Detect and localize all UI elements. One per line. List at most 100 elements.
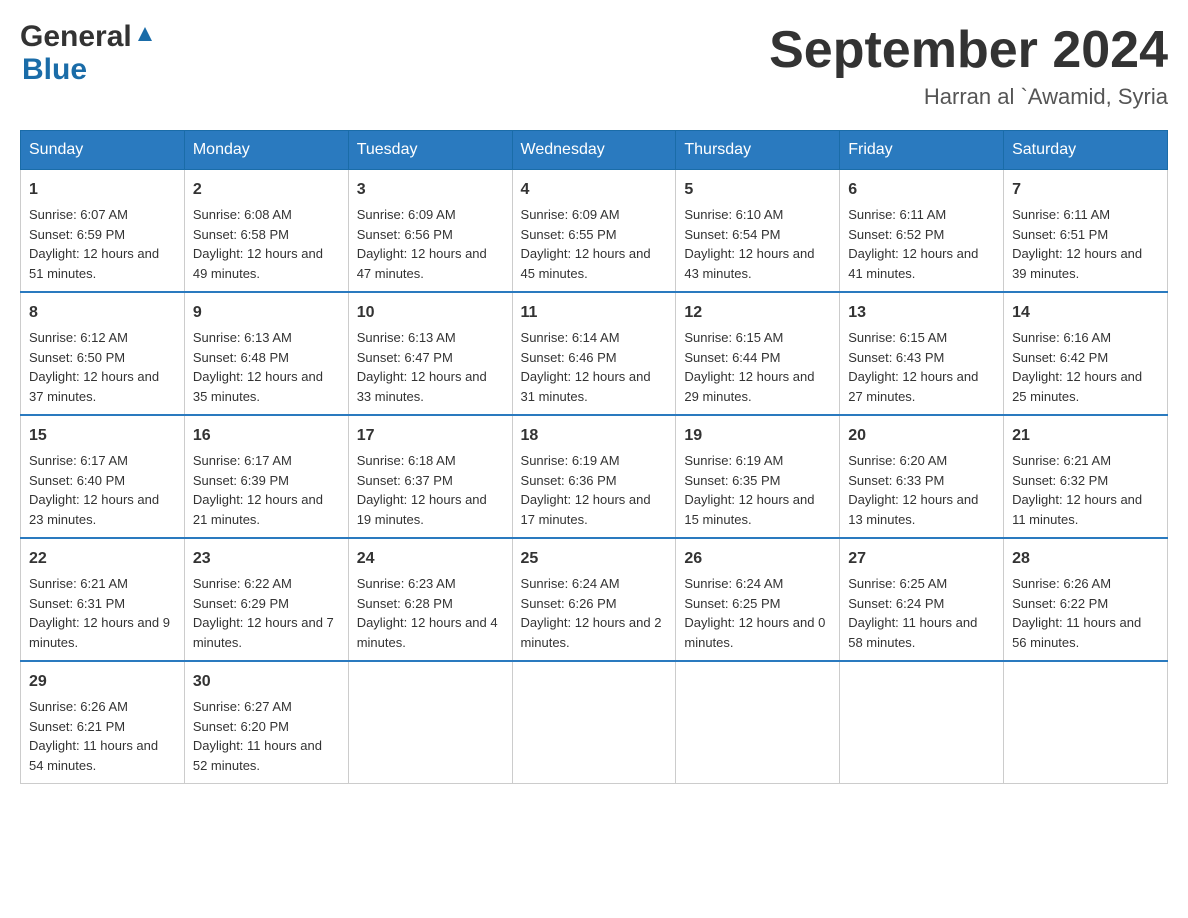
daylight-text: Daylight: 11 hours and 54 minutes. xyxy=(29,738,158,773)
sunrise-text: Sunrise: 6:26 AM xyxy=(1012,576,1111,591)
calendar-week-row: 1 Sunrise: 6:07 AM Sunset: 6:59 PM Dayli… xyxy=(21,170,1168,293)
daylight-text: Daylight: 12 hours and 35 minutes. xyxy=(193,369,323,404)
sunrise-text: Sunrise: 6:17 AM xyxy=(29,453,128,468)
calendar-cell xyxy=(348,661,512,784)
sunset-text: Sunset: 6:50 PM xyxy=(29,350,125,365)
sunrise-text: Sunrise: 6:26 AM xyxy=(29,699,128,714)
day-number: 29 xyxy=(29,670,176,694)
sunrise-text: Sunrise: 6:17 AM xyxy=(193,453,292,468)
sunset-text: Sunset: 6:28 PM xyxy=(357,596,453,611)
calendar-cell xyxy=(1004,661,1168,784)
sunrise-text: Sunrise: 6:24 AM xyxy=(521,576,620,591)
calendar-cell: 27 Sunrise: 6:25 AM Sunset: 6:24 PM Dayl… xyxy=(840,538,1004,661)
sunrise-text: Sunrise: 6:13 AM xyxy=(357,330,456,345)
calendar-cell: 1 Sunrise: 6:07 AM Sunset: 6:59 PM Dayli… xyxy=(21,170,185,293)
sunset-text: Sunset: 6:36 PM xyxy=(521,473,617,488)
calendar-cell: 23 Sunrise: 6:22 AM Sunset: 6:29 PM Dayl… xyxy=(184,538,348,661)
calendar-cell xyxy=(676,661,840,784)
day-number: 17 xyxy=(357,424,504,448)
calendar-week-row: 22 Sunrise: 6:21 AM Sunset: 6:31 PM Dayl… xyxy=(21,538,1168,661)
daylight-text: Daylight: 12 hours and 23 minutes. xyxy=(29,492,159,527)
day-number: 8 xyxy=(29,301,176,325)
calendar-cell: 6 Sunrise: 6:11 AM Sunset: 6:52 PM Dayli… xyxy=(840,170,1004,293)
sunset-text: Sunset: 6:37 PM xyxy=(357,473,453,488)
sunrise-text: Sunrise: 6:21 AM xyxy=(29,576,128,591)
daylight-text: Daylight: 12 hours and 17 minutes. xyxy=(521,492,651,527)
calendar-cell: 15 Sunrise: 6:17 AM Sunset: 6:40 PM Dayl… xyxy=(21,415,185,538)
sunset-text: Sunset: 6:55 PM xyxy=(521,227,617,242)
calendar-cell: 3 Sunrise: 6:09 AM Sunset: 6:56 PM Dayli… xyxy=(348,170,512,293)
daylight-text: Daylight: 12 hours and 11 minutes. xyxy=(1012,492,1142,527)
daylight-text: Daylight: 12 hours and 31 minutes. xyxy=(521,369,651,404)
sunrise-text: Sunrise: 6:21 AM xyxy=(1012,453,1111,468)
sunset-text: Sunset: 6:22 PM xyxy=(1012,596,1108,611)
calendar-cell: 18 Sunrise: 6:19 AM Sunset: 6:36 PM Dayl… xyxy=(512,415,676,538)
sunrise-text: Sunrise: 6:23 AM xyxy=(357,576,456,591)
calendar-cell: 30 Sunrise: 6:27 AM Sunset: 6:20 PM Dayl… xyxy=(184,661,348,784)
calendar-cell: 29 Sunrise: 6:26 AM Sunset: 6:21 PM Dayl… xyxy=(21,661,185,784)
daylight-text: Daylight: 12 hours and 7 minutes. xyxy=(193,615,334,650)
sunset-text: Sunset: 6:58 PM xyxy=(193,227,289,242)
day-number: 2 xyxy=(193,178,340,202)
sunset-text: Sunset: 6:59 PM xyxy=(29,227,125,242)
calendar-cell: 2 Sunrise: 6:08 AM Sunset: 6:58 PM Dayli… xyxy=(184,170,348,293)
sunset-text: Sunset: 6:25 PM xyxy=(684,596,780,611)
daylight-text: Daylight: 12 hours and 33 minutes. xyxy=(357,369,487,404)
sunrise-text: Sunrise: 6:19 AM xyxy=(521,453,620,468)
sunrise-text: Sunrise: 6:27 AM xyxy=(193,699,292,714)
calendar-cell: 12 Sunrise: 6:15 AM Sunset: 6:44 PM Dayl… xyxy=(676,292,840,415)
day-number: 30 xyxy=(193,670,340,694)
sunrise-text: Sunrise: 6:18 AM xyxy=(357,453,456,468)
sunset-text: Sunset: 6:32 PM xyxy=(1012,473,1108,488)
day-number: 3 xyxy=(357,178,504,202)
daylight-text: Daylight: 12 hours and 21 minutes. xyxy=(193,492,323,527)
sunset-text: Sunset: 6:29 PM xyxy=(193,596,289,611)
sunset-text: Sunset: 6:31 PM xyxy=(29,596,125,611)
sunset-text: Sunset: 6:40 PM xyxy=(29,473,125,488)
day-number: 9 xyxy=(193,301,340,325)
sunset-text: Sunset: 6:52 PM xyxy=(848,227,944,242)
sunset-text: Sunset: 6:56 PM xyxy=(357,227,453,242)
calendar-cell: 11 Sunrise: 6:14 AM Sunset: 6:46 PM Dayl… xyxy=(512,292,676,415)
calendar-cell: 14 Sunrise: 6:16 AM Sunset: 6:42 PM Dayl… xyxy=(1004,292,1168,415)
calendar-cell: 9 Sunrise: 6:13 AM Sunset: 6:48 PM Dayli… xyxy=(184,292,348,415)
calendar-cell: 5 Sunrise: 6:10 AM Sunset: 6:54 PM Dayli… xyxy=(676,170,840,293)
daylight-text: Daylight: 12 hours and 29 minutes. xyxy=(684,369,814,404)
daylight-text: Daylight: 12 hours and 13 minutes. xyxy=(848,492,978,527)
weekday-header: Monday xyxy=(184,131,348,170)
sunrise-text: Sunrise: 6:09 AM xyxy=(521,207,620,222)
sunrise-text: Sunrise: 6:09 AM xyxy=(357,207,456,222)
location-subtitle: Harran al `Awamid, Syria xyxy=(769,84,1168,110)
sunrise-text: Sunrise: 6:15 AM xyxy=(848,330,947,345)
weekday-header: Tuesday xyxy=(348,131,512,170)
sunset-text: Sunset: 6:54 PM xyxy=(684,227,780,242)
day-number: 16 xyxy=(193,424,340,448)
title-section: September 2024 Harran al `Awamid, Syria xyxy=(769,20,1168,110)
day-number: 15 xyxy=(29,424,176,448)
day-number: 22 xyxy=(29,547,176,571)
calendar-week-row: 8 Sunrise: 6:12 AM Sunset: 6:50 PM Dayli… xyxy=(21,292,1168,415)
sunset-text: Sunset: 6:35 PM xyxy=(684,473,780,488)
daylight-text: Daylight: 12 hours and 49 minutes. xyxy=(193,246,323,281)
daylight-text: Daylight: 12 hours and 37 minutes. xyxy=(29,369,159,404)
weekday-header: Wednesday xyxy=(512,131,676,170)
day-number: 28 xyxy=(1012,547,1159,571)
sunset-text: Sunset: 6:44 PM xyxy=(684,350,780,365)
sunset-text: Sunset: 6:39 PM xyxy=(193,473,289,488)
day-number: 4 xyxy=(521,178,668,202)
sunrise-text: Sunrise: 6:19 AM xyxy=(684,453,783,468)
daylight-text: Daylight: 11 hours and 56 minutes. xyxy=(1012,615,1141,650)
sunset-text: Sunset: 6:51 PM xyxy=(1012,227,1108,242)
weekday-header: Thursday xyxy=(676,131,840,170)
day-number: 12 xyxy=(684,301,831,325)
logo-general-text: General xyxy=(20,20,132,53)
calendar-cell: 17 Sunrise: 6:18 AM Sunset: 6:37 PM Dayl… xyxy=(348,415,512,538)
weekday-header-row: SundayMondayTuesdayWednesdayThursdayFrid… xyxy=(21,131,1168,170)
day-number: 23 xyxy=(193,547,340,571)
sunrise-text: Sunrise: 6:10 AM xyxy=(684,207,783,222)
calendar-cell: 22 Sunrise: 6:21 AM Sunset: 6:31 PM Dayl… xyxy=(21,538,185,661)
day-number: 25 xyxy=(521,547,668,571)
sunset-text: Sunset: 6:26 PM xyxy=(521,596,617,611)
day-number: 27 xyxy=(848,547,995,571)
calendar-cell: 4 Sunrise: 6:09 AM Sunset: 6:55 PM Dayli… xyxy=(512,170,676,293)
